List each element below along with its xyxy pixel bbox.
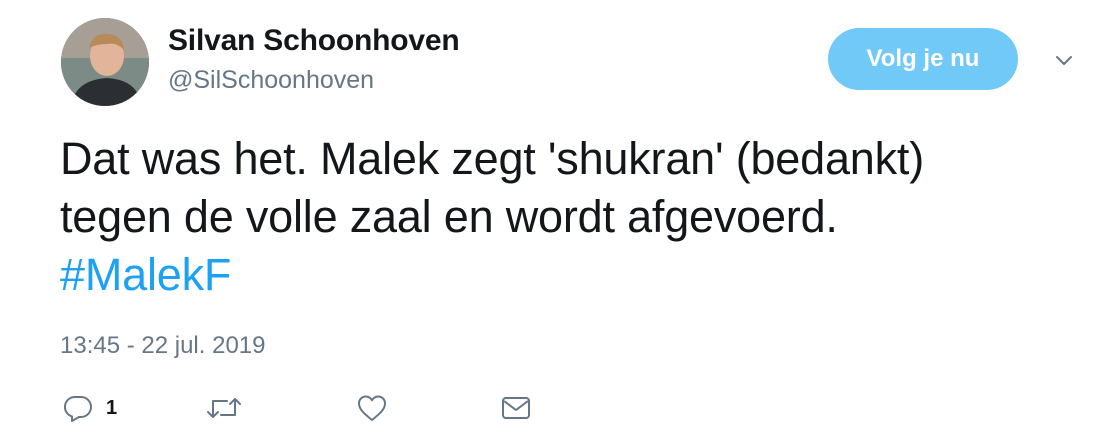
hashtag-link[interactable]: #MalekF [60,249,231,300]
follow-button[interactable]: Volg je nu [828,28,1018,90]
tweet-text: Dat was het. Malek zegt 'shukran' (bedan… [60,130,1080,304]
avatar-photo [61,18,149,106]
tweet-card: Silvan Schoonhoven @SilSchoonhoven Volg … [0,0,1112,444]
chevron-down-icon[interactable] [1050,50,1078,70]
display-name[interactable]: Silvan Schoonhoven [168,24,460,58]
tweet-timestamp[interactable]: 13:45 - 22 jul. 2019 [60,332,266,360]
tweet-text-line: Dat was het. Malek zegt 'shukran' (bedan… [60,133,925,184]
tweet-text-line: tegen de volle zaal en wordt afgevoerd. [60,191,838,242]
envelope-icon [500,393,532,423]
heart-icon [356,393,388,423]
avatar[interactable] [61,18,149,106]
user-handle[interactable]: @SilSchoonhoven [168,66,374,95]
reply-count: 1 [106,396,118,419]
direct-message-button[interactable] [500,392,532,424]
retweet-button[interactable] [205,392,243,424]
reply-icon [62,393,94,423]
reply-button[interactable]: 1 [62,392,117,424]
like-button[interactable] [356,392,388,424]
retweet-icon [205,393,243,423]
